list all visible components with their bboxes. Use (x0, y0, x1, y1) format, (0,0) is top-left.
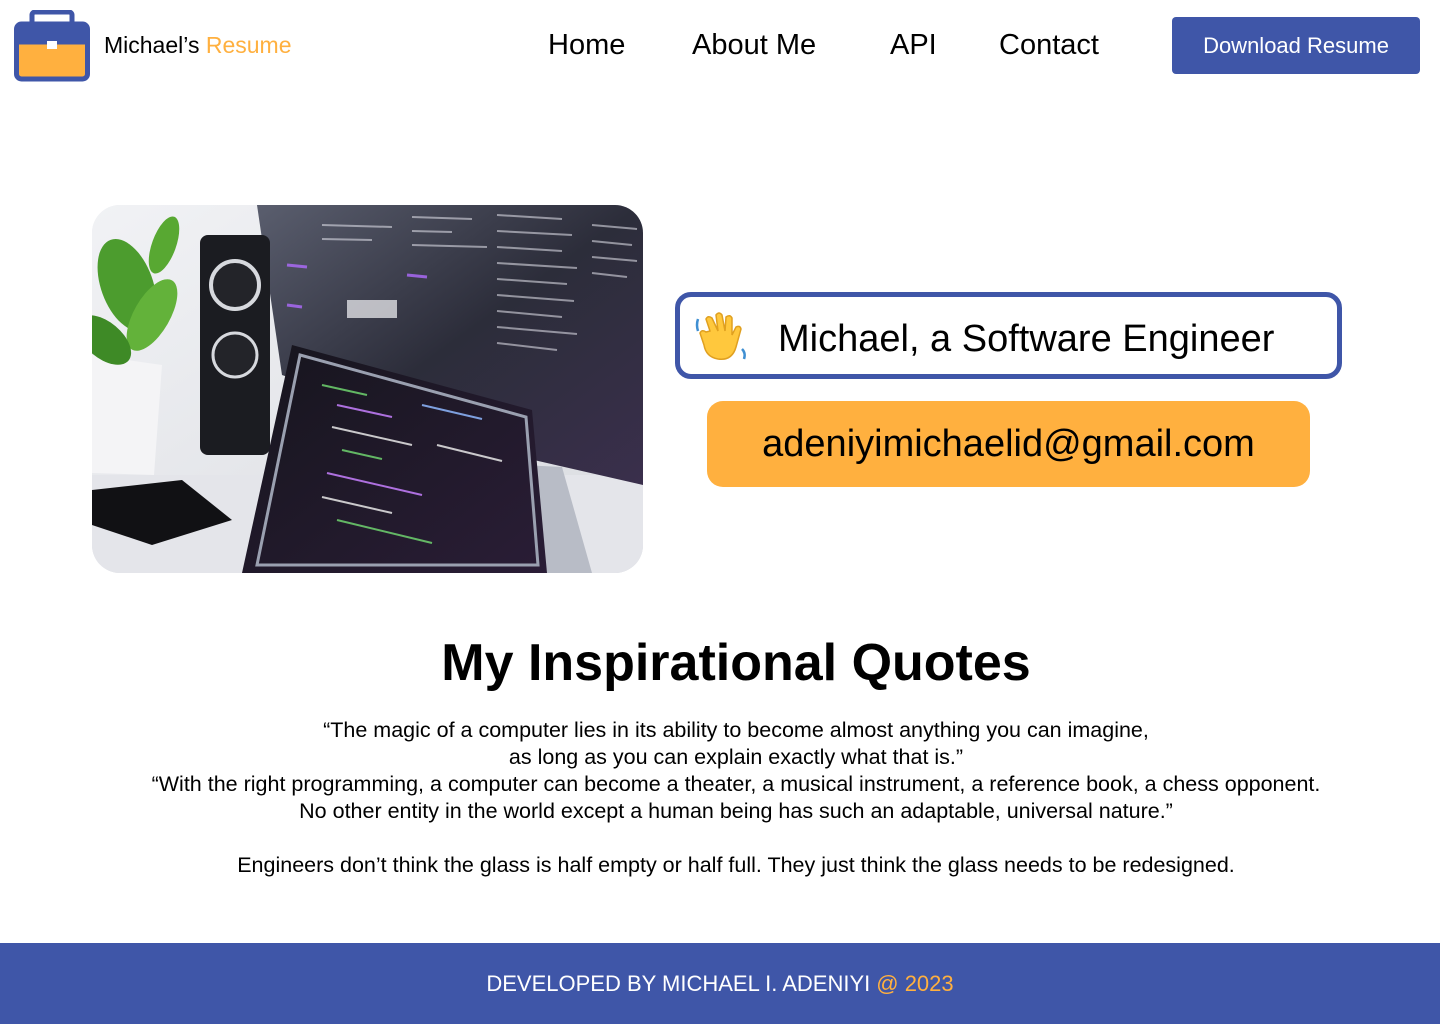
brand-name: Michael’s (104, 32, 200, 58)
quote-line: Engineers don’t think the glass is half … (237, 853, 1235, 877)
nav-contact[interactable]: Contact (999, 28, 1099, 62)
quote-line: “With the right programming, a computer … (151, 772, 1321, 796)
quote-line: No other entity in the world except a hu… (299, 799, 1173, 823)
site-footer: DEVELOPED BY MICHAEL I. ADENIYI @ 2023 (0, 943, 1440, 1024)
quotes-heading: My Inspirational Quotes (441, 634, 1031, 692)
download-resume-button[interactable]: Download Resume (1172, 17, 1420, 74)
waving-hand-icon (695, 312, 746, 360)
nav-home[interactable]: Home (548, 28, 625, 62)
quote-line: “The magic of a computer lies in its abi… (323, 718, 1149, 742)
footer-year: @ 2023 (876, 970, 954, 996)
intro-text: Michael, a Software Engineer (778, 318, 1275, 360)
brand-title[interactable]: Michael’s Resume (104, 31, 292, 59)
quote-line: as long as you can explain exactly what … (508, 745, 964, 769)
workspace-photo (92, 205, 643, 573)
workspace-illustration (92, 205, 643, 573)
nav-api[interactable]: API (890, 28, 937, 62)
email-link[interactable]: adeniyimichaelid@gmail.com (707, 401, 1310, 487)
intro-badge: Michael, a Software Engineer (675, 292, 1342, 379)
nav-about-me[interactable]: About Me (692, 28, 816, 62)
site-header: Michael’s Resume Home About Me API Conta… (0, 0, 1440, 92)
briefcase-icon[interactable] (14, 10, 90, 82)
brand-accent: Resume (205, 32, 292, 58)
footer-credit: DEVELOPED BY MICHAEL I. ADENIYI (486, 970, 871, 996)
